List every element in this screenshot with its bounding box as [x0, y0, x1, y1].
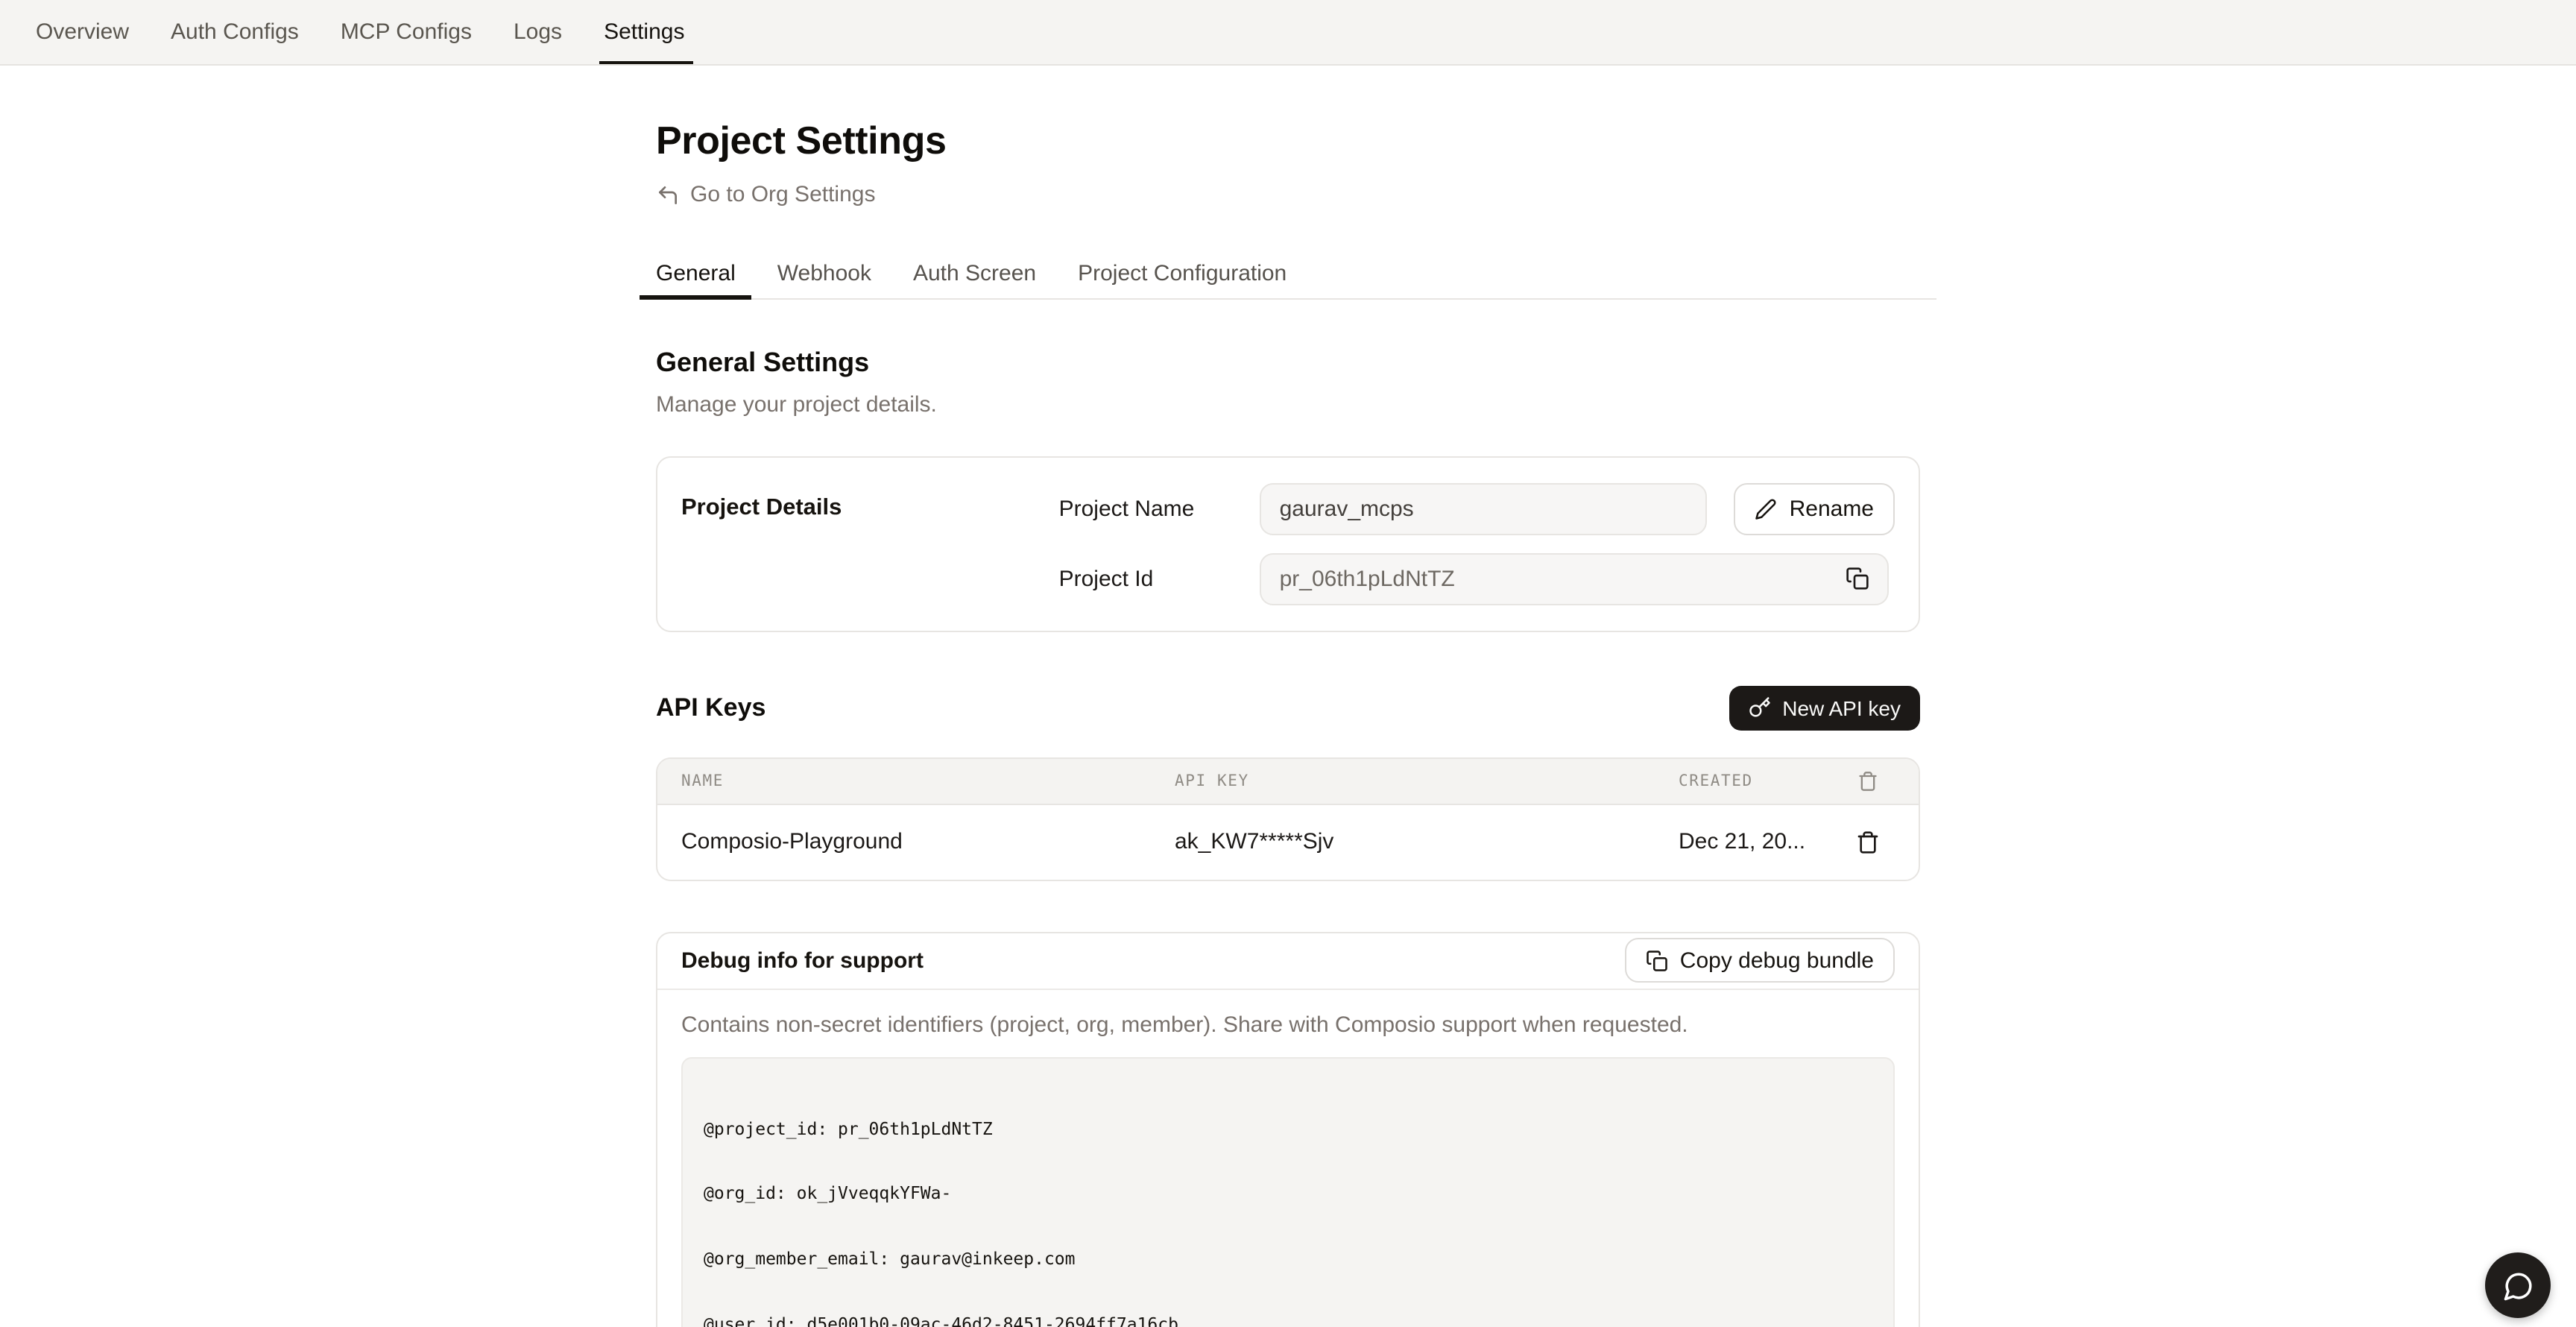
pencil-icon [1755, 497, 1778, 520]
corner-up-left-icon [656, 183, 680, 207]
project-name-input[interactable] [1260, 482, 1708, 535]
project-id-value: pr_06th1pLdNtTZ [1280, 566, 1455, 591]
new-api-key-button-label: New API key [1782, 696, 1901, 719]
api-keys-table-header: NAME API KEY CREATED [657, 758, 1919, 804]
copy-debug-bundle-label: Copy debug bundle [1680, 948, 1874, 973]
debug-line-org-member-email: @org_member_email: gaurav@inkeep.com [704, 1249, 1872, 1270]
copy-project-id-button[interactable] [1846, 567, 1870, 590]
tab-project-configuration[interactable]: Project Configuration [1061, 250, 1303, 297]
project-details-title: Project Details [681, 482, 842, 605]
api-keys-header: API Keys New API key [656, 685, 1920, 730]
debug-bundle-code: @project_id: pr_06th1pLdNtTZ @org_id: ok… [681, 1056, 1895, 1327]
debug-card-header: Debug info for support Copy debug bundle [657, 933, 1919, 989]
app-root: Overview Auth Configs MCP Configs Logs S… [0, 0, 2576, 1327]
copy-icon [1646, 949, 1668, 971]
project-id-label: Project Id [1059, 566, 1260, 591]
nav-item-auth-configs[interactable]: Auth Configs [171, 0, 299, 64]
project-details-card: Project Details Project Name Rename Proj… [656, 456, 1920, 631]
general-settings-heading: General Settings [656, 347, 1920, 378]
column-header-api-key: API KEY [1175, 772, 1679, 789]
nav-item-overview[interactable]: Overview [36, 0, 129, 64]
trash-icon [1857, 770, 1878, 791]
copy-debug-bundle-button[interactable]: Copy debug bundle [1625, 938, 1895, 983]
debug-card-body: Contains non-secret identifiers (project… [657, 989, 1919, 1327]
chat-bubble-icon [2502, 1270, 2534, 1301]
delete-api-key-button[interactable] [1856, 830, 1880, 854]
new-api-key-button[interactable]: New API key [1729, 685, 1920, 730]
api-key-created-cell: Dec 21, 20... [1679, 829, 1841, 854]
debug-card: Debug info for support Copy debug bundle… [656, 931, 1920, 1327]
rename-button-label: Rename [1790, 496, 1874, 521]
tab-webhook[interactable]: Webhook [761, 250, 888, 297]
api-key-value-cell: ak_KW7*****Sjv [1175, 829, 1679, 854]
tab-general[interactable]: General [640, 250, 752, 297]
top-nav: Overview Auth Configs MCP Configs Logs S… [0, 0, 2576, 66]
nav-item-mcp-configs[interactable]: MCP Configs [341, 0, 472, 64]
chat-button[interactable] [2485, 1252, 2551, 1318]
project-name-row: Project Name Rename [1059, 482, 1895, 535]
nav-item-settings[interactable]: Settings [604, 0, 684, 64]
api-key-name-cell: Composio-Playground [681, 829, 1175, 854]
page-title: Project Settings [656, 118, 1920, 164]
delete-column-icon [1857, 770, 1878, 791]
settings-tabs: General Webhook Auth Screen Project Conf… [640, 250, 1936, 299]
key-icon [1748, 696, 1770, 719]
copy-icon [1846, 567, 1870, 590]
tab-auth-screen[interactable]: Auth Screen [897, 250, 1052, 297]
project-id-row: Project Id pr_06th1pLdNtTZ [1059, 552, 1895, 605]
debug-line-project-id: @project_id: pr_06th1pLdNtTZ [704, 1118, 1872, 1139]
general-settings-subheading: Manage your project details. [656, 391, 1920, 417]
api-keys-heading: API Keys [656, 693, 765, 722]
org-settings-link[interactable]: Go to Org Settings [656, 182, 875, 207]
column-header-name: NAME [681, 772, 1175, 789]
rename-button[interactable]: Rename [1734, 482, 1895, 535]
debug-card-title: Debug info for support [681, 948, 924, 973]
project-name-label: Project Name [1059, 496, 1260, 521]
project-id-field: pr_06th1pLdNtTZ [1260, 552, 1890, 605]
debug-line-user-id: @user_id: d5e001b0-09ac-46d2-8451-2694ff… [704, 1314, 1872, 1327]
trash-icon [1856, 830, 1880, 854]
debug-description: Contains non-secret identifiers (project… [681, 1012, 1895, 1037]
api-keys-table: NAME API KEY CREATED Composio-Playground… [656, 757, 1920, 880]
nav-item-logs[interactable]: Logs [514, 0, 562, 64]
debug-line-org-id: @org_id: ok_jVveqqkYFWa- [704, 1183, 1872, 1205]
column-header-created: CREATED [1679, 772, 1841, 789]
org-settings-link-label: Go to Org Settings [690, 182, 875, 207]
api-key-row: Composio-Playground ak_KW7*****Sjv Dec 2… [657, 804, 1919, 879]
main-content: Project Settings Go to Org Settings Gene… [0, 118, 2576, 1327]
